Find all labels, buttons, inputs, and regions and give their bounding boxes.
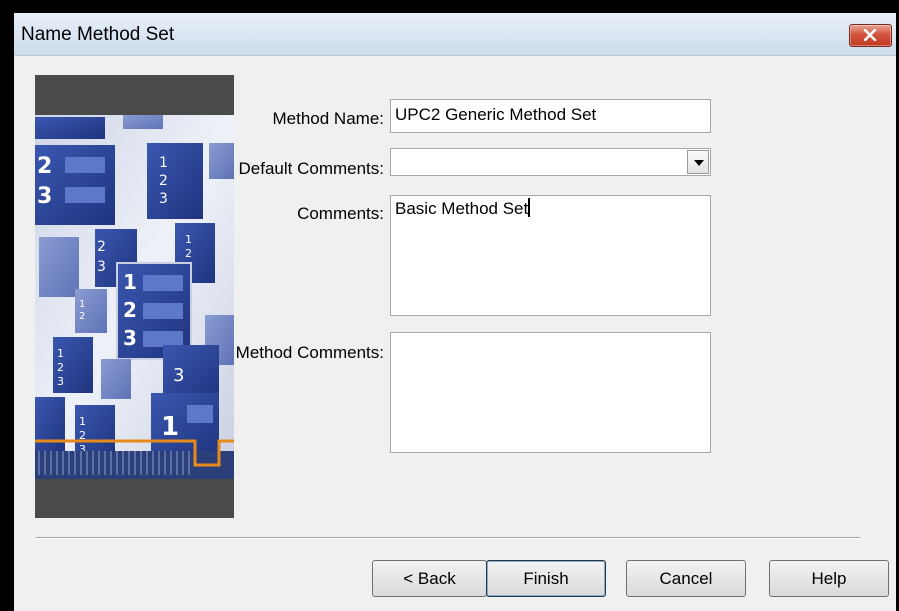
dialog-window: Name Method Set 2 3 1 2 3 2 3 1 2 1 2 3 … bbox=[14, 13, 896, 611]
close-icon bbox=[863, 29, 877, 41]
method-name-input[interactable]: UPC2 Generic Method Set bbox=[390, 99, 711, 133]
close-button[interactable] bbox=[849, 24, 892, 47]
screen-border-top bbox=[0, 0, 899, 13]
svg-text:3: 3 bbox=[123, 326, 137, 350]
svg-text:1: 1 bbox=[79, 299, 85, 310]
method-comments-textarea[interactable] bbox=[390, 332, 711, 453]
comments-value: Basic Method Set bbox=[395, 199, 529, 218]
cancel-button[interactable]: Cancel bbox=[626, 560, 746, 597]
comments-textarea[interactable]: Basic Method Set bbox=[390, 195, 711, 316]
svg-text:3: 3 bbox=[37, 184, 52, 209]
svg-text:1: 1 bbox=[123, 270, 137, 294]
svg-text:1: 1 bbox=[79, 415, 86, 428]
svg-text:2: 2 bbox=[37, 154, 52, 179]
svg-text:3: 3 bbox=[173, 365, 184, 386]
svg-text:2: 2 bbox=[97, 239, 106, 255]
default-comments-dropdown[interactable] bbox=[390, 148, 711, 176]
svg-text:1: 1 bbox=[159, 155, 168, 171]
svg-text:3: 3 bbox=[159, 191, 168, 207]
svg-text:2: 2 bbox=[123, 298, 137, 322]
comments-label: Comments: bbox=[297, 204, 384, 223]
dropdown-button[interactable] bbox=[687, 150, 709, 174]
svg-text:2: 2 bbox=[185, 247, 192, 260]
finish-button[interactable]: Finish bbox=[486, 560, 606, 597]
button-separator bbox=[36, 537, 860, 539]
default-comments-label: Default Comments: bbox=[238, 159, 385, 178]
svg-text:2: 2 bbox=[159, 173, 168, 189]
svg-text:2: 2 bbox=[79, 311, 85, 322]
dialog-title: Name Method Set bbox=[21, 24, 175, 45]
svg-text:3: 3 bbox=[57, 375, 64, 388]
text-caret bbox=[528, 198, 531, 217]
back-button[interactable]: < Back bbox=[372, 560, 487, 597]
svg-text:1: 1 bbox=[57, 347, 64, 360]
method-set-banner-image: 2 3 1 2 3 2 3 1 2 3 1 2 3 bbox=[35, 75, 234, 518]
method-name-label: Method Name: bbox=[272, 109, 385, 128]
help-button[interactable]: Help bbox=[769, 560, 889, 597]
screen-border-left bbox=[0, 0, 14, 611]
svg-text:2: 2 bbox=[57, 361, 64, 374]
title-bar: Name Method Set bbox=[14, 13, 896, 56]
chevron-down-icon bbox=[694, 160, 704, 166]
svg-text:1: 1 bbox=[161, 412, 179, 442]
svg-text:3: 3 bbox=[97, 259, 106, 275]
method-name-value: UPC2 Generic Method Set bbox=[395, 105, 597, 124]
svg-text:1: 1 bbox=[185, 233, 192, 246]
method-comments-label: Method Comments: bbox=[235, 343, 384, 362]
